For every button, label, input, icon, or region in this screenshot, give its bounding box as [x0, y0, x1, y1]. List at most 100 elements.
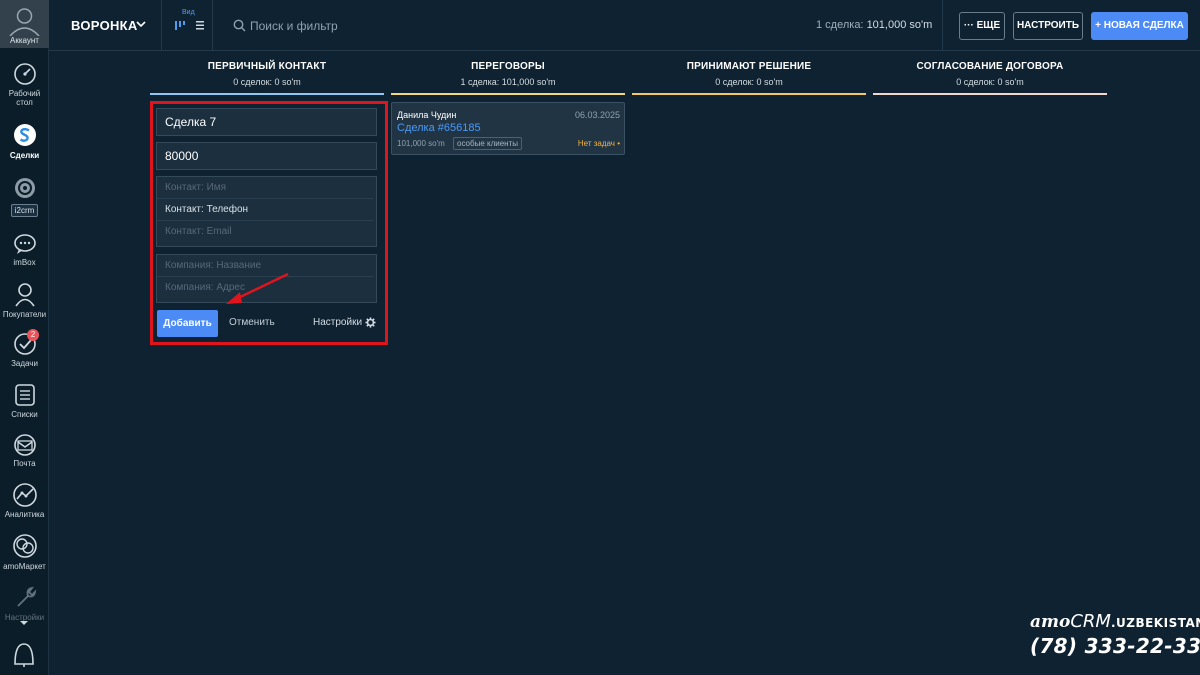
sidebar-item-settings[interactable]: Настройки: [0, 584, 49, 622]
column-title: ПЕРЕГОВОРЫ: [471, 61, 545, 72]
help-icon[interactable]: [11, 640, 37, 668]
sidebar-item-tasks[interactable]: 2 Задачи: [0, 329, 49, 368]
card-price: 101,000 so'm: [397, 139, 445, 148]
column-title: ПРИНИМАЮТ РЕШЕНИЕ: [686, 61, 812, 72]
contact-name-field[interactable]: Контакт: Имя: [157, 177, 373, 199]
column-summary: 0 сделок: 0 so'm: [233, 77, 301, 87]
watermark-tld: .UZBEKISTAN: [1110, 616, 1200, 630]
column-summary: 0 сделок: 0 so'm: [715, 77, 783, 87]
top-bar: ВОРОНКА Вид 1 сделка: 101,000 so'm ··· Е…: [49, 0, 1200, 51]
watermark-phone: (78) 333-22-33: [1030, 634, 1200, 658]
column-summary: 0 сделок: 0 so'm: [956, 77, 1024, 87]
account-button[interactable]: Аккаунт: [0, 0, 49, 48]
left-sidebar: Аккаунт Рабочий стол Сделки i2crm imBox …: [0, 0, 49, 675]
sidebar-item-label: Покупатели: [2, 310, 47, 319]
column-header-negotiations: ПЕРЕГОВОРЫ 1 сделка: 101,000 so'm: [391, 61, 625, 87]
search-input[interactable]: [250, 16, 650, 36]
view-label: Вид: [182, 9, 195, 16]
sidebar-item-imbox[interactable]: imBox: [0, 233, 49, 267]
more-button[interactable]: ··· ЕЩЕ: [959, 12, 1005, 40]
warning-dot-icon: •: [617, 139, 620, 148]
column-header-decision: ПРИНИМАЮТ РЕШЕНИЕ 0 сделок: 0 so'm: [632, 61, 866, 87]
account-avatar-icon: [9, 8, 40, 36]
sidebar-item-i2crm[interactable]: i2crm: [0, 177, 49, 217]
column-color-bar: [150, 93, 384, 95]
deal-name-field[interactable]: Сделка 7: [156, 108, 377, 136]
list-view-icon[interactable]: [194, 19, 206, 31]
more-dots-icon: ···: [963, 20, 974, 31]
sidebar-item-label: Почта: [13, 459, 36, 468]
sidebar-item-lists[interactable]: Списки: [0, 383, 49, 419]
chevron-down-icon[interactable]: [135, 18, 147, 30]
sidebar-item-deals[interactable]: Сделки: [0, 122, 49, 160]
sidebar-item-label: Рабочий: [8, 89, 41, 98]
sidebar-item-label: imBox: [13, 258, 36, 267]
new-deal-button[interactable]: + НОВАЯ СДЕЛКА: [1091, 12, 1188, 40]
column-header-primary-contact: ПЕРВИЧНЫЙ КОНТАКТ 0 сделок: 0 so'm: [150, 61, 384, 87]
card-task-label: Нет задач: [577, 139, 615, 148]
customers-icon: [14, 283, 35, 307]
contact-phone-field[interactable]: Контакт: Телефон: [157, 199, 373, 221]
analytics-icon: [12, 483, 37, 507]
watermark-amo: amo: [1030, 612, 1071, 632]
cancel-button[interactable]: Отменить: [229, 317, 275, 328]
market-icon: [12, 534, 37, 558]
deal-summary: 1 сделка: 101,000 so'm: [816, 19, 932, 31]
column-color-bar: [391, 93, 625, 95]
column-title: ПЕРВИЧНЫЙ КОНТАКТ: [207, 61, 327, 72]
contact-email-field[interactable]: Контакт: Email: [157, 221, 373, 243]
setup-button[interactable]: НАСТРОИТЬ: [1013, 12, 1083, 40]
column-color-bar: [632, 93, 866, 95]
card-date: 06.03.2025: [574, 110, 620, 120]
sidebar-item-customers[interactable]: Покупатели: [0, 281, 49, 319]
view-switcher: Вид: [161, 0, 213, 51]
sidebar-item-analytics[interactable]: Аналитика: [0, 483, 49, 519]
divider: [942, 0, 943, 51]
search-icon: [233, 19, 246, 32]
sidebar-item-label: стол: [16, 98, 33, 107]
form-settings-button[interactable]: Настройки: [313, 317, 362, 328]
speedometer-icon: [13, 63, 36, 85]
contact-fields: Контакт: Имя Контакт: Телефон Контакт: E…: [156, 176, 377, 247]
sidebar-item-label: Аналитика: [4, 510, 45, 519]
card-task-status[interactable]: Нет задач •: [578, 139, 620, 148]
sidebar-item-dashboard[interactable]: Рабочий стол: [0, 62, 49, 107]
card-tag[interactable]: особые клиенты: [453, 137, 522, 150]
more-button-label: ЕЩЕ: [976, 20, 1001, 31]
deal-total: 101,000 so'm: [866, 19, 933, 31]
watermark-crm: CRM: [1070, 611, 1111, 632]
annotation-arrow: [226, 272, 289, 304]
sidebar-item-label: Списки: [11, 410, 38, 419]
column-title: СОГЛАСОВАНИЕ ДОГОВОРА: [916, 61, 1064, 72]
pipeline-view-icon[interactable]: [174, 19, 186, 31]
mail-icon: [13, 434, 36, 456]
plus-icon: +: [1095, 20, 1101, 31]
tasks-count-badge: 2: [27, 329, 39, 341]
column-summary: 1 сделка: 101,000 so'm: [460, 77, 556, 87]
column-header-contract: СОГЛАСОВАНИЕ ДОГОВОРА 0 сделок: 0 so'm: [873, 61, 1107, 87]
chevron-down-icon[interactable]: [19, 620, 29, 626]
gear-icon[interactable]: [365, 317, 376, 328]
add-button[interactable]: Добавить: [157, 310, 218, 337]
card-deal-link[interactable]: Сделка #656185: [397, 122, 481, 134]
watermark: amoCRM.UZBEKISTAN (78) 333-22-33: [1030, 611, 1200, 658]
sidebar-item-mail[interactable]: Почта: [0, 434, 49, 468]
deal-count: 1 сделка:: [816, 19, 864, 31]
deal-card[interactable]: Данила Чудин 06.03.2025 Сделка #656185 1…: [391, 102, 625, 155]
column-color-bar: [873, 93, 1107, 95]
new-deal-button-label: НОВАЯ СДЕЛКА: [1103, 20, 1184, 31]
sidebar-item-label: i2crm: [10, 204, 39, 217]
pipeline-selector[interactable]: ВОРОНКА: [71, 18, 138, 33]
deals-icon: [13, 124, 36, 146]
sidebar-item-label: Задачи: [11, 359, 38, 368]
card-contact[interactable]: Данила Чудин: [397, 110, 456, 120]
lists-icon: [14, 384, 35, 406]
sidebar-item-market[interactable]: amoМаркет: [0, 533, 49, 571]
settings-icon: [16, 586, 36, 607]
deal-price-field[interactable]: 80000: [156, 142, 377, 170]
sidebar-item-label: amoМаркет: [3, 562, 46, 571]
sidebar-item-label: Сделки: [9, 151, 40, 160]
chat-icon: [13, 234, 36, 254]
i2crm-icon: [14, 178, 35, 198]
account-label: Аккаунт: [10, 36, 39, 45]
